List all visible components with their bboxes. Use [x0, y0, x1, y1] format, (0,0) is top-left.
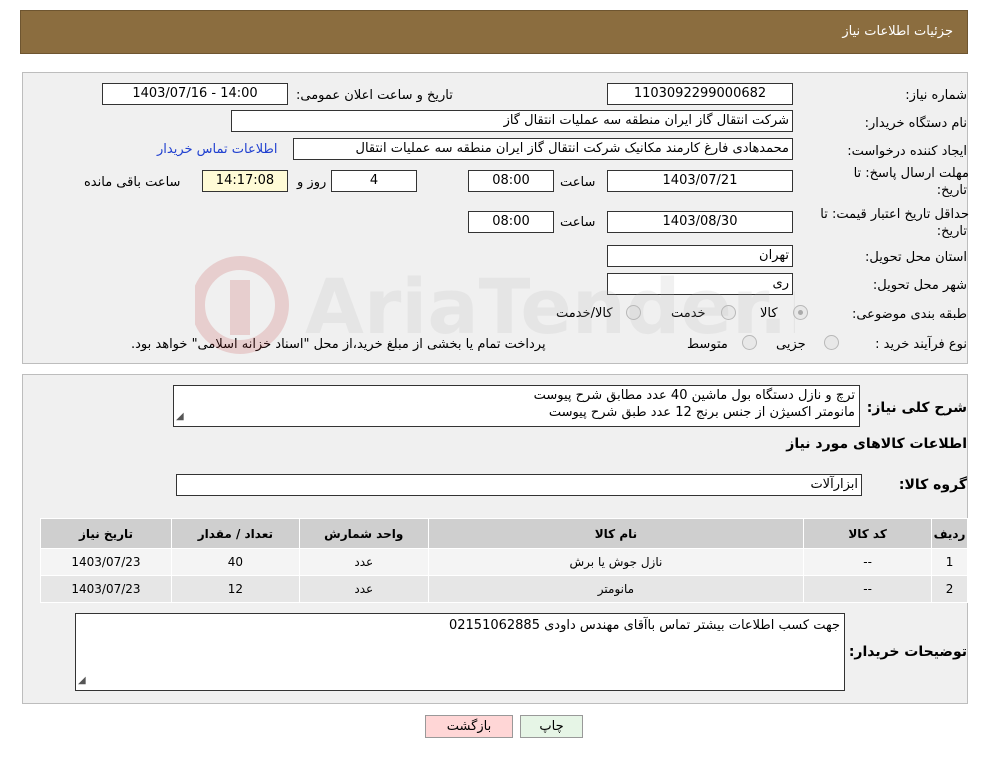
page-header: جزئیات اطلاعات نیاز: [20, 10, 968, 54]
buyer-notes-text: جهت کسب اطلاعات بیشتر تماس باآقای مهندس …: [448, 618, 840, 633]
deadline-label-2: تاریخ:: [936, 183, 967, 198]
category-radio-both[interactable]: [626, 305, 641, 320]
col-unit: واحد شمارش: [298, 518, 429, 549]
col-row: ردیف: [931, 518, 968, 549]
buyer-notes-textarea[interactable]: جهت کسب اطلاعات بیشتر تماس باآقای مهندس …: [75, 613, 845, 691]
process-option-medium: متوسط: [687, 337, 728, 352]
deadline-date-field[interactable]: 1403/07/21: [607, 170, 793, 192]
cell-date: 1403/07/23: [40, 548, 172, 576]
description-line-2: مانومتر اکسیژن از جنس برنج 12 عدد طبق شر…: [548, 405, 855, 420]
process-radio-minor[interactable]: [824, 335, 839, 350]
announce-label: تاریخ و ساعت اعلان عمومی:: [296, 88, 453, 103]
description-line-1: ترچ و نازل دستگاه بول ماشین 40 عدد مطابق…: [533, 388, 855, 403]
category-label: طبقه بندی موضوعی:: [851, 307, 967, 322]
province-label: استان محل تحویل:: [865, 250, 967, 265]
table-row: 2 -- مانومتر عدد 12 1403/07/23: [40, 575, 968, 603]
deadline-time-label: ساعت: [560, 175, 596, 190]
province-field[interactable]: تهران: [607, 245, 793, 267]
category-radio-service[interactable]: [721, 305, 736, 320]
creator-label: ایجاد کننده درخواست:: [847, 144, 967, 159]
validity-time-label: ساعت: [560, 215, 596, 230]
buyer-org-label: نام دستگاه خریدار:: [864, 116, 967, 131]
category-option-both: کالا/خدمت: [556, 306, 613, 321]
cell-code: --: [803, 548, 933, 576]
category-radio-goods[interactable]: [793, 305, 808, 320]
cell-qty: 12: [170, 575, 300, 603]
cell-unit: عدد: [298, 548, 429, 576]
buyer-contact-link[interactable]: اطلاعات تماس خریدار: [157, 142, 277, 157]
need-number-field[interactable]: 1103092299000682: [607, 83, 793, 105]
validity-date-field[interactable]: 1403/08/30: [607, 211, 793, 233]
col-qty: تعداد / مقدار: [170, 518, 300, 549]
resize-grip-icon[interactable]: ◢: [176, 408, 184, 425]
col-name: نام کالا: [427, 518, 805, 549]
goods-group-field[interactable]: ابزارآلات: [176, 474, 862, 496]
deadline-time-field[interactable]: 08:00: [468, 170, 554, 192]
cell-code: --: [803, 575, 933, 603]
process-note: پرداخت تمام یا بخشی از مبلغ خرید،از محل …: [131, 337, 546, 352]
back-button[interactable]: بازگشت: [425, 715, 513, 738]
description-textarea[interactable]: ترچ و نازل دستگاه بول ماشین 40 عدد مطابق…: [173, 385, 860, 427]
cell-row: 1: [931, 548, 968, 576]
col-code: کد کالا: [803, 518, 933, 549]
category-option-goods: کالا: [760, 306, 778, 321]
print-button[interactable]: چاپ: [520, 715, 583, 738]
resize-grip-icon[interactable]: ◢: [78, 672, 86, 689]
process-label: نوع فرآیند خرید :: [875, 337, 967, 352]
need-number-label: شماره نیاز:: [905, 88, 967, 103]
category-option-service: خدمت: [671, 306, 706, 321]
cell-name: نازل جوش یا برش: [427, 548, 805, 576]
page-title: جزئیات اطلاعات نیاز: [842, 24, 953, 39]
cell-unit: عدد: [298, 575, 429, 603]
table-header-row: ردیف کد کالا نام کالا واحد شمارش تعداد /…: [40, 518, 968, 549]
table-row: 1 -- نازل جوش یا برش عدد 40 1403/07/23: [40, 548, 968, 576]
process-radio-medium[interactable]: [742, 335, 757, 350]
process-option-minor: جزیی: [776, 337, 806, 352]
creator-field[interactable]: محمدهادی فارغ کارمند مکانیک شرکت انتقال …: [293, 138, 793, 160]
validity-label: حداقل تاریخ اعتبار قیمت: تا: [820, 207, 969, 222]
deadline-label: مهلت ارسال پاسخ: تا: [853, 166, 969, 181]
cell-row: 2: [931, 575, 968, 603]
goods-table: ردیف کد کالا نام کالا واحد شمارش تعداد /…: [40, 518, 968, 603]
city-label: شهر محل تحویل:: [872, 278, 967, 293]
buyer-notes-label: توضیحات خریدار:: [848, 644, 967, 660]
cell-date: 1403/07/23: [40, 575, 172, 603]
city-field[interactable]: ری: [607, 273, 793, 295]
goods-info-title: اطلاعات کالاهای مورد نیاز: [786, 436, 967, 452]
validity-label-2: تاریخ:: [936, 224, 967, 239]
validity-time-field[interactable]: 08:00: [468, 211, 554, 233]
announce-field[interactable]: 1403/07/16 - 14:00: [102, 83, 288, 105]
days-field[interactable]: 4: [331, 170, 417, 192]
cell-name: مانومتر: [427, 575, 805, 603]
goods-group-label: گروه کالا:: [898, 477, 967, 493]
remaining-time-field: 14:17:08: [202, 170, 288, 192]
cell-qty: 40: [170, 548, 300, 576]
col-date: تاریخ نیاز: [40, 518, 172, 549]
buyer-org-field[interactable]: شرکت انتقال گاز ایران منطقه سه عملیات ان…: [231, 110, 793, 132]
days-label: روز و: [297, 175, 327, 190]
description-label: شرح کلی نیاز:: [866, 400, 967, 416]
remaining-label: ساعت باقی مانده: [84, 175, 181, 190]
